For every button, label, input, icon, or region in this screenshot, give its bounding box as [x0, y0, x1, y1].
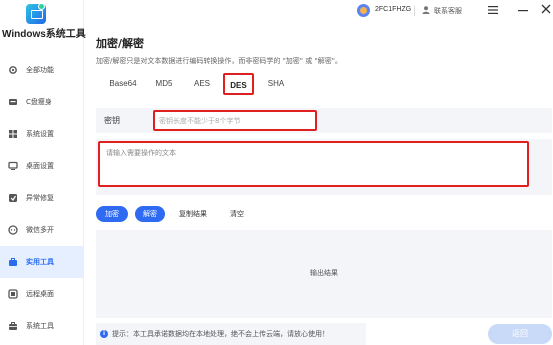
sidebar-item-label: 系统设置 [26, 130, 54, 138]
decrypt-button[interactable]: 解密 [135, 206, 165, 222]
tab-md5[interactable]: MD5 [150, 73, 178, 95]
grid-icon [8, 129, 18, 139]
user-code: 2FC1FHZG [375, 6, 412, 13]
sidebar-item-label: 全部功能 [26, 66, 54, 74]
sidebar-nav: 全部功能 C盘瘦身 系统设置 桌面设置 异常修复 微信多开 实用工具 远程桌面 … [0, 54, 84, 342]
sidebar-item-label: 异常修复 [26, 194, 54, 202]
output-result-label: 输出结果 [310, 269, 338, 277]
sidebar-item-label: 远程桌面 [26, 290, 54, 298]
sidebar-item-all-features[interactable]: 全部功能 [0, 54, 84, 86]
encrypt-button[interactable]: 加密 [96, 206, 128, 222]
logo-badge-icon [38, 3, 45, 10]
tab-aes[interactable]: AES [190, 73, 214, 95]
header-divider [414, 6, 415, 16]
sidebar-item-label: 桌面设置 [26, 162, 54, 170]
output-panel: 输出结果 [96, 230, 552, 318]
copy-result-button[interactable]: 复制结果 [170, 206, 216, 222]
key-panel: 密钥 [96, 108, 552, 133]
minimize-icon[interactable] [517, 4, 529, 16]
contact-service-link[interactable]: 联系客服 [434, 6, 462, 16]
menu-icon[interactable] [487, 4, 499, 16]
user-icon [422, 6, 430, 14]
gear-icon [8, 65, 18, 75]
sidebar-item-error-repair[interactable]: 异常修复 [0, 182, 84, 214]
remote-icon [8, 289, 18, 299]
clear-button[interactable]: 清空 [222, 206, 252, 222]
window-header: 2FC1FHZG 联系客服 [84, 0, 553, 22]
toolbox-icon [8, 257, 18, 267]
briefcase-icon [8, 321, 18, 331]
sidebar-item-system-settings[interactable]: 系统设置 [0, 118, 84, 150]
drive-icon [8, 97, 18, 107]
sidebar-item-c-drive-cleanup[interactable]: C盘瘦身 [0, 86, 84, 118]
sidebar-item-label: 实用工具 [26, 258, 54, 266]
key-input[interactable] [153, 110, 317, 131]
sidebar-item-wechat-multi[interactable]: 微信多开 [0, 214, 84, 246]
page-title: 加密/解密 [96, 37, 145, 50]
source-text-input[interactable] [98, 141, 529, 187]
sidebar-item-label: C盘瘦身 [26, 98, 52, 106]
key-label: 密钥 [104, 116, 120, 125]
sidebar-item-label: 系统工具 [26, 322, 54, 330]
sidebar-item-desktop-settings[interactable]: 桌面设置 [0, 150, 84, 182]
back-button[interactable]: 返回 [488, 324, 552, 344]
notice-text: 提示：本工具承诺数据均在本地处理，绝不会上传云端，请放心使用！ [112, 330, 329, 338]
page-description: 加密/解密只是对文本数据进行编码转换操作，而非密码学的 "加密" 或 "解密"。 [96, 57, 342, 65]
chat-icon [8, 225, 18, 235]
sidebar-item-remote-desktop[interactable]: 远程桌面 [0, 278, 84, 310]
tab-base64[interactable]: Base64 [104, 73, 142, 95]
app-title: Windows系统工具 [2, 29, 86, 40]
close-icon[interactable] [540, 3, 552, 15]
sidebar-item-label: 微信多开 [26, 226, 54, 234]
tab-des[interactable]: DES [223, 73, 254, 95]
tab-sha[interactable]: SHA [263, 73, 289, 95]
monitor-icon [8, 161, 18, 171]
avatar[interactable] [357, 4, 370, 17]
sidebar-item-utility-tools[interactable]: 实用工具 [0, 246, 84, 278]
info-icon: i [100, 330, 108, 338]
sidebar-item-system-tools[interactable]: 系统工具 [0, 310, 84, 342]
repair-icon [8, 193, 18, 203]
privacy-notice: i 提示：本工具承诺数据均在本地处理，绝不会上传云端，请放心使用！ [96, 325, 356, 343]
sidebar: Windows系统工具 全部功能 C盘瘦身 系统设置 桌面设置 异常修复 微信多… [0, 0, 86, 345]
